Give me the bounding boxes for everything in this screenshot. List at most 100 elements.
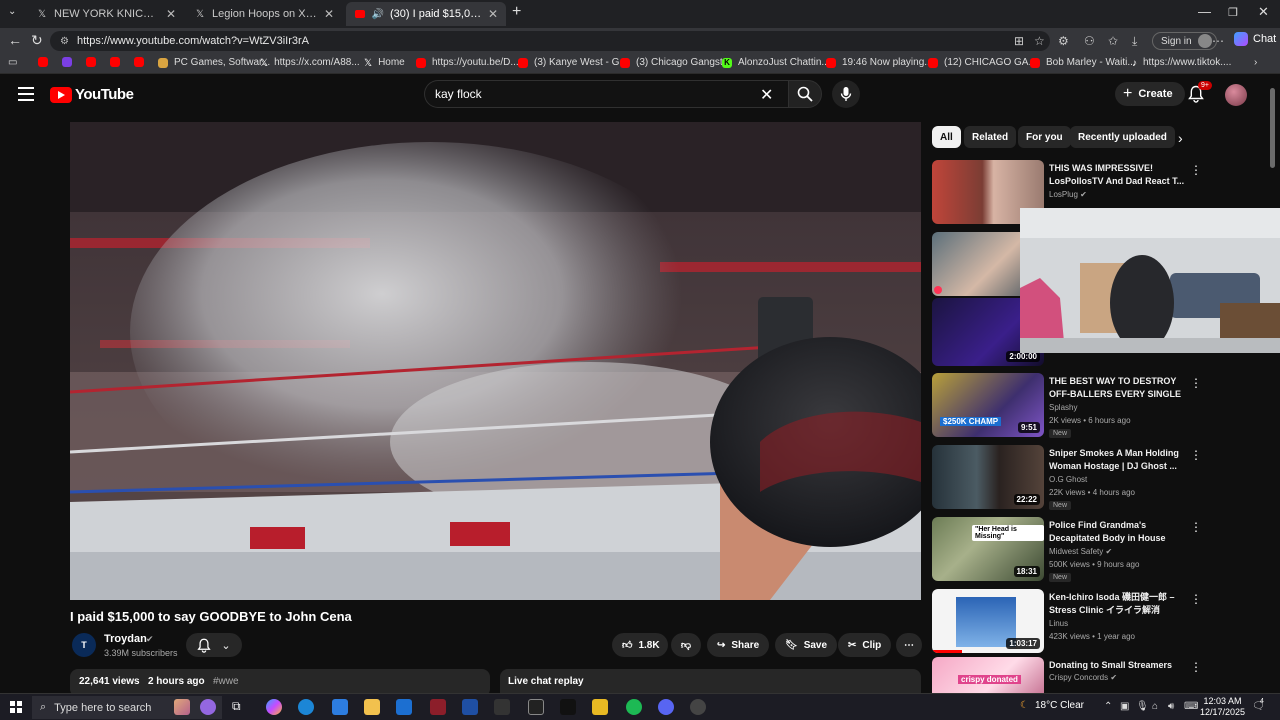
bookmark-item[interactable]: ♪ https://www.tiktok.... xyxy=(1132,57,1231,69)
more-menu-icon[interactable]: ⋯ xyxy=(1212,34,1224,48)
window-close-icon[interactable]: ✕ xyxy=(1258,4,1269,20)
youtube-logo[interactable]: YouTube xyxy=(50,86,134,103)
more-vertical-icon[interactable]: ⋮ xyxy=(1190,448,1202,462)
media-app-icon[interactable] xyxy=(494,699,510,715)
network-icon[interactable]: ⌂ xyxy=(1152,701,1158,712)
copilot-app-icon[interactable] xyxy=(200,699,216,715)
minimize-icon[interactable]: — xyxy=(1198,4,1211,19)
microphone-icon[interactable]: 🎙︎ xyxy=(1136,701,1149,712)
tab-knicks[interactable]: 𝕏 NEW YORK KNICKS on X: "THE CU ✕ xyxy=(28,2,184,26)
keyboard-icon[interactable]: ⌨ xyxy=(1184,701,1198,712)
search-input[interactable]: kay flock xyxy=(424,80,788,108)
bookmark-item[interactable]: PC Games, Softwar... xyxy=(158,57,270,68)
tray-app-icon[interactable]: ▣ xyxy=(1120,701,1129,712)
portrait-app-icon[interactable] xyxy=(528,699,544,715)
chip-related[interactable]: Related xyxy=(964,126,1017,148)
channel-avatar[interactable]: T xyxy=(72,633,96,657)
more-vertical-icon[interactable]: ⋮ xyxy=(1190,163,1202,177)
bookmark-item[interactable]: (3) Kanye West - G... xyxy=(518,57,628,68)
dislike-button[interactable]: 👎︎ xyxy=(671,633,701,657)
spotify-icon[interactable] xyxy=(626,699,642,715)
more-actions-button[interactable]: ⋯ xyxy=(896,633,922,657)
recommended-video[interactable]: 22:22 Sniper Smokes A Man Holding Woman … xyxy=(932,445,1212,511)
search-button[interactable] xyxy=(788,80,822,108)
weather-widget[interactable]: ☾ 18°C Clear xyxy=(1020,700,1084,711)
notifications-button[interactable]: 9+ xyxy=(1188,81,1212,108)
discord-icon[interactable] xyxy=(658,699,674,715)
taskbar-search-box[interactable]: ⌕ Type here to search xyxy=(32,696,222,719)
account-avatar[interactable] xyxy=(1225,84,1247,106)
bookmark-item[interactable]: 𝕏https://x.com/A88... xyxy=(260,57,360,69)
share-button[interactable]: ↪ Share xyxy=(707,633,770,657)
stream-app-icon[interactable] xyxy=(560,699,576,715)
recommended-video[interactable]: "Her Head is Missing" 18:31 Police Find … xyxy=(932,517,1212,583)
search-highlight-icon[interactable] xyxy=(174,699,190,715)
obs-icon[interactable] xyxy=(690,699,706,715)
chevron-right-icon[interactable]: › xyxy=(1178,130,1183,146)
bookmark-item[interactable]: K AlonzoJust Chattin... xyxy=(722,57,830,68)
more-vertical-icon[interactable]: ⋮ xyxy=(1190,592,1202,606)
hashtag[interactable]: #wwe xyxy=(213,676,239,687)
reload-icon[interactable]: ↻ xyxy=(31,32,43,49)
chevron-up-icon[interactable]: ⌃ xyxy=(1104,701,1112,712)
subscription-bell-button[interactable]: ⌄ xyxy=(186,633,242,657)
more-vertical-icon[interactable]: ⋮ xyxy=(1190,376,1202,390)
more-bookmarks-chevron-icon[interactable]: › xyxy=(1254,57,1257,68)
mail-icon[interactable] xyxy=(396,699,412,715)
chip-for-you[interactable]: For you xyxy=(1018,126,1071,148)
chip-all[interactable]: All xyxy=(932,126,961,148)
bookmark-item[interactable] xyxy=(110,57,126,67)
more-vertical-icon[interactable]: ⋮ xyxy=(1190,660,1202,674)
menu-hamburger-icon[interactable] xyxy=(18,87,34,101)
close-icon[interactable]: ✕ xyxy=(324,7,334,21)
recommended-video[interactable]: $250K CHAMP 9:51 THE BEST WAY TO DESTROY… xyxy=(932,373,1212,439)
sign-in-button[interactable]: Sign in xyxy=(1152,32,1217,50)
close-icon[interactable]: ✕ xyxy=(166,7,176,21)
restore-icon[interactable]: ❐ xyxy=(1228,6,1238,19)
bookmark-item[interactable] xyxy=(38,57,54,67)
site-info-icon[interactable]: ⚙ xyxy=(60,36,69,47)
microsoft-store-icon[interactable] xyxy=(332,699,348,715)
nba-app-icon[interactable] xyxy=(462,699,478,715)
new-tab-plus-icon[interactable]: + xyxy=(512,3,521,21)
favorites-icon[interactable]: ✩ xyxy=(1108,34,1118,48)
save-button[interactable]: 🔖︎ Save xyxy=(775,633,838,657)
bookmark-item[interactable]: Bob Marley - Waiti... xyxy=(1030,57,1136,68)
video-player[interactable] xyxy=(70,122,921,600)
extensions-icon[interactable]: ⚙ xyxy=(1058,34,1069,48)
clip-button[interactable]: ✂ Clip xyxy=(838,633,892,657)
back-arrow-icon[interactable]: ← xyxy=(8,32,22,48)
tab-legion-hoops[interactable]: 𝕏 Legion Hoops on X: "The league a ✕ xyxy=(186,2,342,26)
bookmark-item[interactable]: (12) CHICAGO GA... xyxy=(928,57,1037,68)
favorite-star-icon[interactable]: ☆ xyxy=(1034,34,1045,48)
like-button[interactable]: 👍︎ 1.8K xyxy=(612,633,668,657)
recommended-video[interactable]: 1:03:17 Ken-Ichiro Isoda 磯田健一郎 – Stress … xyxy=(932,589,1212,655)
more-vertical-icon[interactable]: ⋮ xyxy=(1190,520,1202,534)
create-button[interactable]: + Create xyxy=(1115,82,1185,106)
profile-sync-icon[interactable]: ⚇ xyxy=(1084,34,1095,48)
recommended-video[interactable]: crispy donated Donating to Small Streame… xyxy=(932,657,1212,693)
bookmark-item[interactable] xyxy=(62,57,78,67)
windows-start-icon[interactable] xyxy=(10,701,22,713)
chip-recently-uploaded[interactable]: Recently uploaded xyxy=(1070,126,1175,148)
bookmark-item[interactable] xyxy=(134,57,150,67)
reading-list-icon[interactable]: ▭ xyxy=(8,57,17,68)
tab-search-chevron-icon[interactable]: ⌄ xyxy=(8,6,16,17)
bookmark-item[interactable] xyxy=(86,57,102,67)
tab-youtube-active[interactable]: 🔊 (30) I paid $15,000 to say GOO ✕ xyxy=(346,2,506,26)
clock[interactable]: 12:03 AM 12/17/2025 xyxy=(1200,696,1245,718)
bookmark-item[interactable]: 𝕏 Home xyxy=(364,57,405,69)
voice-search-button[interactable] xyxy=(832,80,860,108)
channel-name[interactable]: Troydan xyxy=(104,633,147,645)
clear-search-icon[interactable]: ✕ xyxy=(760,85,773,105)
copilot-taskbar-icon[interactable] xyxy=(266,699,282,715)
url-bar[interactable]: ⚙ https://www.youtube.com/watch?v=WtZV3i… xyxy=(50,31,1050,51)
bookmark-item[interactable]: 19:46 Now playing... xyxy=(826,57,933,68)
volume-icon[interactable]: 🔊︎ xyxy=(1168,701,1174,712)
app-available-icon[interactable]: ⊞ xyxy=(1014,34,1024,48)
page-scrollbar[interactable] xyxy=(1270,78,1276,688)
download-icon[interactable]: ⤓ xyxy=(1132,34,1137,49)
scrollbar-thumb[interactable] xyxy=(1270,88,1275,168)
task-view-icon[interactable]: ⧉ xyxy=(232,699,248,715)
bolt-app-icon[interactable] xyxy=(592,699,608,715)
